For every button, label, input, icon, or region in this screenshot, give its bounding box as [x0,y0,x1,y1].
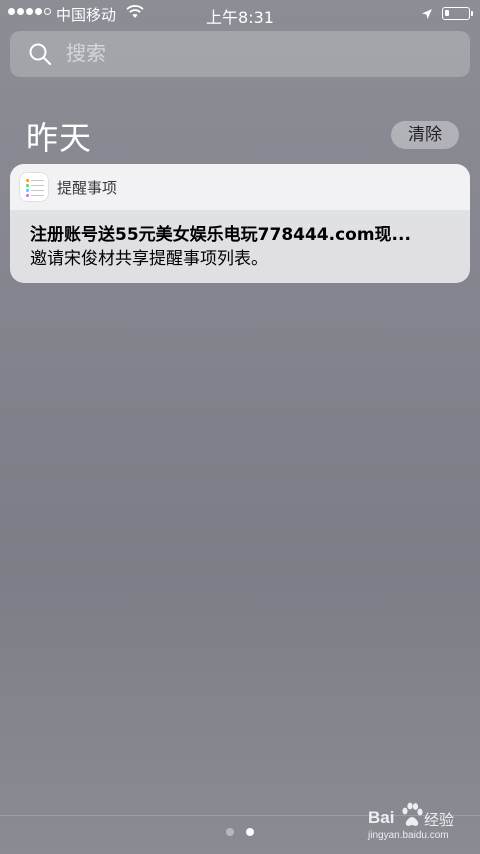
battery-cap [471,11,473,16]
watermark-url: jingyan.baidu.com [368,830,449,841]
baidu-jingyan-watermark: Bai 经验 jingyan.baidu.com [368,802,468,848]
notification-header: 提醒事项 [10,164,470,210]
clear-button[interactable]: 清除 [391,121,459,149]
search-bar[interactable] [10,31,470,77]
battery-icon [442,7,470,20]
status-time: 上午8:31 [206,8,274,27]
notification-message: 邀请宋俊材共享提醒事项列表。 [30,249,268,269]
page-dot-1[interactable] [226,828,234,836]
notification-app-name: 提醒事项 [57,179,118,197]
baidu-paw-icon [400,802,424,832]
watermark-brand: Bai [368,808,395,827]
search-icon [28,42,52,70]
location-arrow-icon [421,6,433,24]
status-bar: 中国移动 上午8:31 [0,0,480,28]
watermark-suffix: 经验 [424,811,455,829]
section-title-yesterday: 昨天 [26,119,93,157]
notification-title: 注册账号送55元美女娱乐电玩778444.com现... [30,225,411,245]
reminder-notification[interactable]: 提醒事项 注册账号送55元美女娱乐电玩778444.com现... 邀请宋俊材共… [10,164,470,283]
reminders-app-icon [20,173,48,201]
search-input[interactable] [66,41,446,65]
page-dot-2[interactable] [246,828,254,836]
